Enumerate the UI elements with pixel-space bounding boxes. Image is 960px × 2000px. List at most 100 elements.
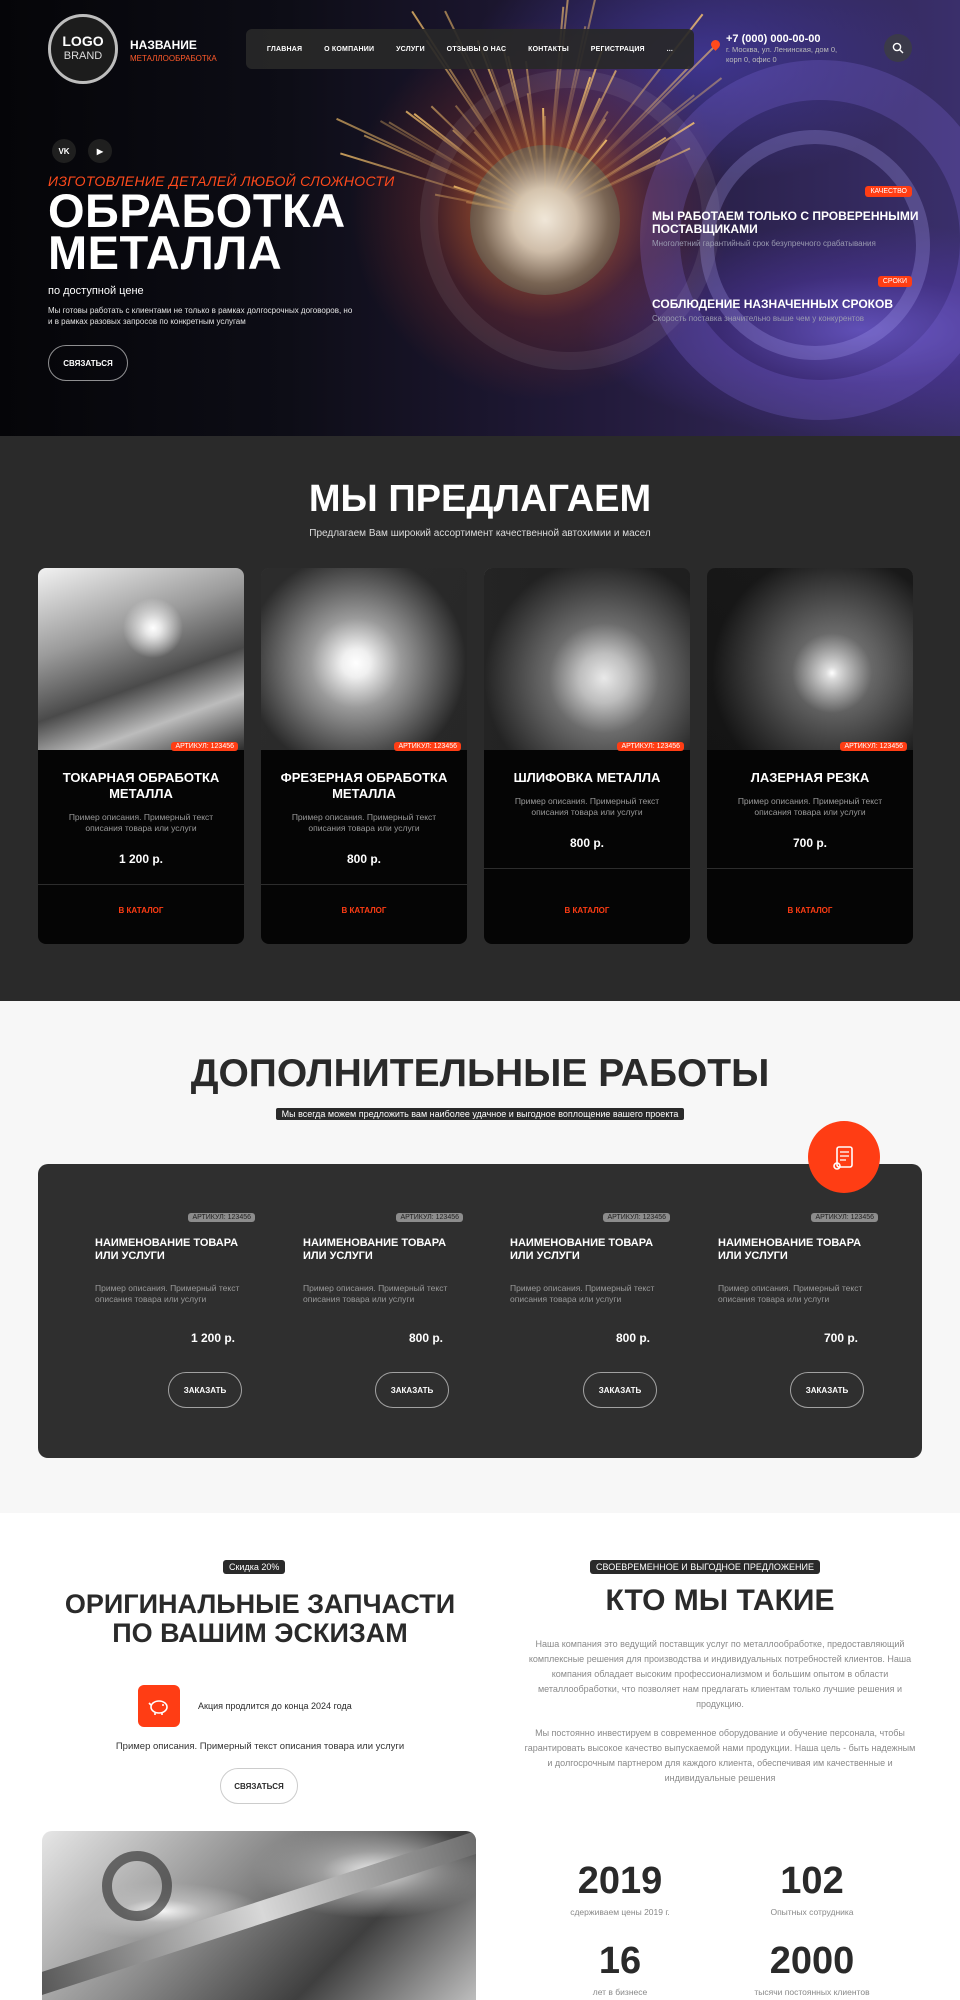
card-divider [707,868,913,869]
item-title: НАИМЕНОВАНИЕ ТОВАРА ИЛИ УСЛУГИ [718,1237,862,1262]
item-description: Пример описания. Примерный текст описани… [303,1283,448,1304]
phone-number[interactable]: +7 (000) 000-00-00 [726,33,846,45]
order-button[interactable]: ЗАКАЗАТЬ [583,1372,657,1408]
main-nav: ГЛАВНАЯ О КОМПАНИИ УСЛУГИ ОТЗЫВЫ О НАС К… [246,29,694,69]
service-card[interactable]: АРТИКУЛ: 123456 ШЛИФОВКА МЕТАЛЛА Пример … [484,568,690,944]
order-button[interactable]: ЗАКАЗАТЬ [790,1372,864,1408]
promo-contact-button[interactable]: СВЯЗАТЬСЯ [220,1768,298,1804]
nav-item-home[interactable]: ГЛАВНАЯ [267,46,302,53]
extra-works-panel [38,1164,922,1458]
article-badge: АРТИКУЛ: 123456 [394,742,461,751]
article-badge: АРТИКУЛ: 123456 [617,742,684,751]
item-price: 1 200 р. [190,1331,235,1345]
nav-item-contacts[interactable]: КОНТАКТЫ [528,46,569,53]
scroll-document-badge [808,1121,880,1193]
address: г. Москва, ул. Ленинская, дом 0, корп 0,… [726,45,838,64]
stat-value: 102 [780,1860,844,1902]
promo-note: Акция продлится до конца 2024 года [198,1701,352,1711]
service-image-laser [707,568,913,750]
item-title: НАИМЕНОВАНИЕ ТОВАРА ИЛИ УСЛУГИ [95,1237,239,1262]
stat-label: сдерживаем цены 2019 г. [570,1907,670,1917]
stat-value: 2000 [769,1940,855,1982]
stat-label: лет в бизнесе [592,1987,648,1997]
service-image-grinding [484,568,690,750]
order-button[interactable]: ЗАКАЗАТЬ [168,1372,242,1408]
logo-subtext: BRAND [63,50,103,62]
article-badge: АРТИКУЛ: 123456 [171,742,238,751]
feature-text: Скорость поставка значительно выше чем у… [652,314,865,323]
nav-item-about[interactable]: О КОМПАНИИ [324,46,374,53]
image-gear [102,1851,172,1921]
card-price: 800 р. [346,852,382,866]
stat-item: 16 лет в бизнесе [520,1940,720,1997]
nav-item-services[interactable]: УСЛУГИ [396,46,425,53]
item-price: 700 р. [823,1331,858,1345]
card-price: 700 р. [792,836,828,850]
article-badge: АРТИКУЛ: 123456 [603,1213,670,1222]
promo-text: Пример описания. Примерный текст описани… [115,1741,405,1752]
offer-title: МЫ ПРЕДЛАГАЕМ [308,478,652,520]
piggy-bank-icon [148,1700,168,1715]
service-image-lathe [38,568,244,750]
image-shaft [42,1831,476,1997]
spark-streak [544,116,546,196]
catalog-link[interactable]: В КАТАЛОГ [484,906,690,915]
contact-block: +7 (000) 000-00-00 г. Москва, ул. Ленинс… [726,33,846,65]
extra-title: ДОПОЛНИТЕЛЬНЫЕ РАБОТЫ [190,1052,770,1095]
stat-label: тысячи постоянных клиентов [754,1987,870,1997]
nav-item-registration[interactable]: РЕГИСТРАЦИЯ [591,46,645,53]
stat-value: 16 [598,1940,642,1982]
item-price: 800 р. [408,1331,443,1345]
feature-quality: КАЧЕСТВО МЫ РАБОТАЕМ ТОЛЬКО С ПРОВЕРЕННЫ… [652,186,922,249]
hero-description: Мы готовы работать с клиентами не только… [48,306,353,326]
nav-item-more[interactable]: ... [667,46,673,53]
article-badge: АРТИКУЛ: 123456 [840,742,907,751]
card-description: Пример описания. Примерный текст описани… [68,812,214,833]
feature-text: Многолетний гарантийный срок безупречног… [652,239,876,248]
item-description: Пример описания. Примерный текст описани… [510,1283,655,1304]
card-divider [261,884,467,885]
hero-section: LOGO BRAND НАЗВАНИЕ МЕТАЛЛООБРАБОТКА ГЛА… [0,0,960,436]
hero-contact-button[interactable]: СВЯЗАТЬСЯ [48,345,128,381]
logo[interactable]: LOGO BRAND [48,14,118,84]
feature-badge: КАЧЕСТВО [865,186,912,197]
feature-deadlines: СРОКИ СОБЛЮДЕНИЕ НАЗНАЧЕННЫХ СРОКОВ Скор… [652,276,922,324]
promo-image-machinery [42,1831,476,2000]
promo-icon-box [138,1685,180,1727]
brand-name: НАЗВАНИЕ [130,38,197,52]
scroll-icon [833,1146,853,1170]
catalog-link[interactable]: В КАТАЛОГ [261,906,467,915]
discount-tag: Скидка 20% [223,1560,286,1574]
card-title: ФРЕЗЕРНАЯ ОБРАБОТКА МЕТАЛЛА [280,770,448,801]
about-title: КТО МЫ ТАКИЕ [605,1584,835,1617]
stat-item: 2019 сдерживаем цены 2019 г. [520,1860,720,1917]
vk-icon[interactable]: VK [52,139,76,163]
nav-item-reviews[interactable]: ОТЗЫВЫ О НАС [447,46,507,53]
catalog-link[interactable]: В КАТАЛОГ [38,906,244,915]
service-card[interactable]: АРТИКУЛ: 123456 ФРЕЗЕРНАЯ ОБРАБОТКА МЕТА… [261,568,467,944]
catalog-link[interactable]: В КАТАЛОГ [707,906,913,915]
card-divider [484,868,690,869]
service-card[interactable]: АРТИКУЛ: 123456 ЛАЗЕРНАЯ РЕЗКА Пример оп… [707,568,913,944]
promo-title: ОРИГИНАЛЬНЫЕ ЗАПЧАСТИ ПО ВАШИМ ЭСКИЗАМ [64,1589,456,1648]
extra-subtitle: Мы всегда можем предложить вам наиболее … [275,1108,685,1120]
search-icon [892,42,904,54]
brand: НАЗВАНИЕ МЕТАЛЛООБРАБОТКА [130,38,217,63]
card-description: Пример описания. Примерный текст описани… [514,796,660,817]
stat-value: 2019 [577,1860,663,1902]
search-button[interactable] [884,34,912,62]
stat-label: Опытных сотрудника [770,1907,854,1917]
youtube-icon[interactable]: ▶ [88,139,112,163]
item-description: Пример описания. Примерный текст описани… [95,1283,240,1304]
service-card[interactable]: АРТИКУЛ: 123456 ТОКАРНАЯ ОБРАБОТКА МЕТАЛ… [38,568,244,944]
item-description: Пример описания. Примерный текст описани… [718,1283,863,1304]
card-price: 1 200 р. [118,852,164,866]
hero-title: ОБРАБОТКА МЕТАЛЛА [48,184,346,279]
about-tag: СВОЕВРЕМЕННОЕ И ВЫГОДНОЕ ПРЕДЛОЖЕНИЕ [590,1560,820,1574]
order-button[interactable]: ЗАКАЗАТЬ [375,1372,449,1408]
service-image-milling [261,568,467,750]
stat-item: 2000 тысячи постоянных клиентов [712,1940,912,1997]
card-price: 800 р. [569,836,605,850]
about-paragraph-1: Наша компания это ведущий поставщик услу… [528,1639,912,1709]
hero-price-line: по доступной цене [48,285,144,297]
